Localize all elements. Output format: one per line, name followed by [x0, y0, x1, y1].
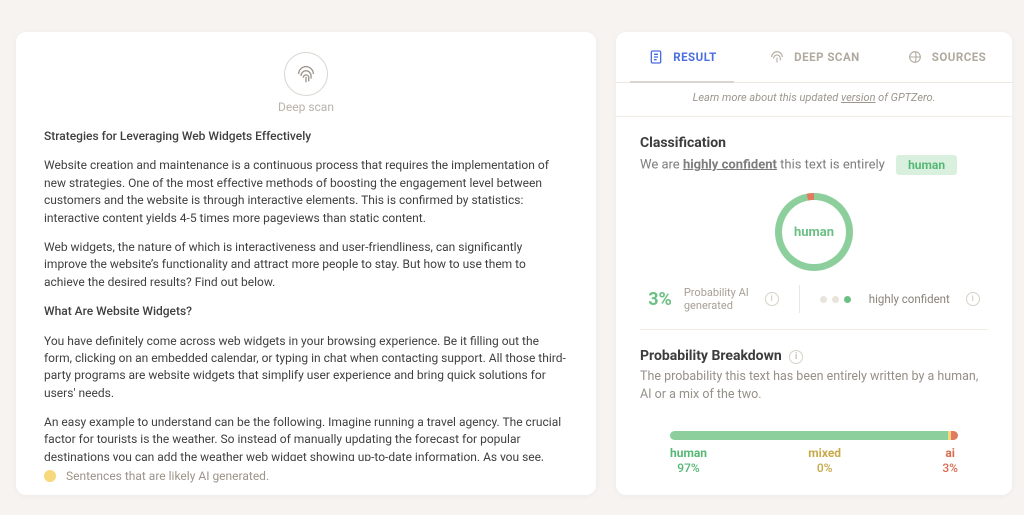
- document-panel: Deep scan Strategies for Leveraging Web …: [16, 32, 596, 495]
- doc-paragraph: Web widgets, the nature of which is inte…: [44, 239, 568, 291]
- classification-section: Classification We are highly confident t…: [616, 117, 1012, 329]
- doc-paragraph: An easy example to understand can be the…: [44, 414, 568, 461]
- tab-sources[interactable]: SOURCES: [880, 32, 1012, 82]
- breakdown-bar: human 97% mixed 0% ai 3%: [640, 403, 988, 475]
- classification-sentence: We are highly confident this text is ent…: [640, 155, 988, 175]
- breakdown-col-ai: ai 3%: [942, 446, 958, 475]
- ai-probability-value: 3%: [648, 289, 672, 310]
- legend-ai-sentences: Sentences that are likely AI generated.: [44, 461, 568, 483]
- doc-paragraph: You have definitely come across web widg…: [44, 333, 568, 403]
- learn-more-link[interactable]: version: [841, 91, 875, 104]
- fingerprint-icon: [768, 48, 786, 66]
- legend-text: Sentences that are likely AI generated.: [66, 469, 269, 483]
- dot-icon: [832, 296, 839, 303]
- learn-more-note: Learn more about this updated version of…: [616, 83, 1012, 117]
- document-icon: [647, 48, 665, 66]
- breakdown-desc: The probability this text has been entir…: [640, 368, 988, 403]
- doc-heading: What Are Website Widgets?: [44, 303, 568, 320]
- gauge-label: human: [794, 225, 834, 240]
- breakdown-col-human: human 97%: [670, 446, 707, 475]
- doc-paragraph: Website creation and maintenance is a co…: [44, 157, 568, 227]
- divider: [799, 285, 800, 313]
- confidence-dots: [820, 296, 851, 303]
- breakdown-labels: human 97% mixed 0% ai 3%: [670, 446, 958, 475]
- human-badge: human: [896, 155, 957, 175]
- tab-label: RESULT: [673, 50, 717, 64]
- breakdown-section: Probability Breakdown i The probability …: [616, 330, 1012, 475]
- info-icon[interactable]: i: [966, 292, 980, 306]
- ai-probability-label: Probability AI generated: [684, 286, 749, 312]
- breakdown-col-mixed: mixed 0%: [808, 446, 841, 475]
- dot-icon: [844, 296, 851, 303]
- document-body: Strategies for Leveraging Web Widgets Ef…: [44, 128, 568, 461]
- metrics-row: 3% Probability AI generated i highly con…: [640, 285, 988, 329]
- classification-gauge: human: [640, 175, 988, 285]
- classification-title: Classification: [640, 135, 988, 151]
- deep-scan-button[interactable]: Deep scan: [44, 52, 568, 114]
- fingerprint-icon: [284, 52, 328, 96]
- legend-dot-icon: [44, 470, 56, 482]
- tab-label: DEEP SCAN: [794, 50, 860, 64]
- sources-icon: [906, 48, 924, 66]
- gauge-ring: human: [775, 193, 853, 271]
- confidence-label: highly confident: [869, 292, 950, 306]
- tab-deep-scan[interactable]: DEEP SCAN: [748, 32, 880, 82]
- info-icon[interactable]: i: [765, 292, 779, 306]
- dot-icon: [820, 296, 827, 303]
- breakdown-title: Probability Breakdown i: [640, 348, 988, 364]
- breakdown-bar-track: [670, 431, 958, 440]
- info-icon[interactable]: i: [789, 350, 803, 364]
- results-panel: RESULT DEEP SCAN SOURCES Learn more abou…: [616, 32, 1012, 495]
- tab-label: SOURCES: [932, 50, 987, 64]
- tabs: RESULT DEEP SCAN SOURCES: [616, 32, 1012, 83]
- tab-result[interactable]: RESULT: [616, 32, 748, 82]
- doc-title: Strategies for Leveraging Web Widgets Ef…: [44, 128, 568, 145]
- deep-scan-label: Deep scan: [278, 100, 334, 114]
